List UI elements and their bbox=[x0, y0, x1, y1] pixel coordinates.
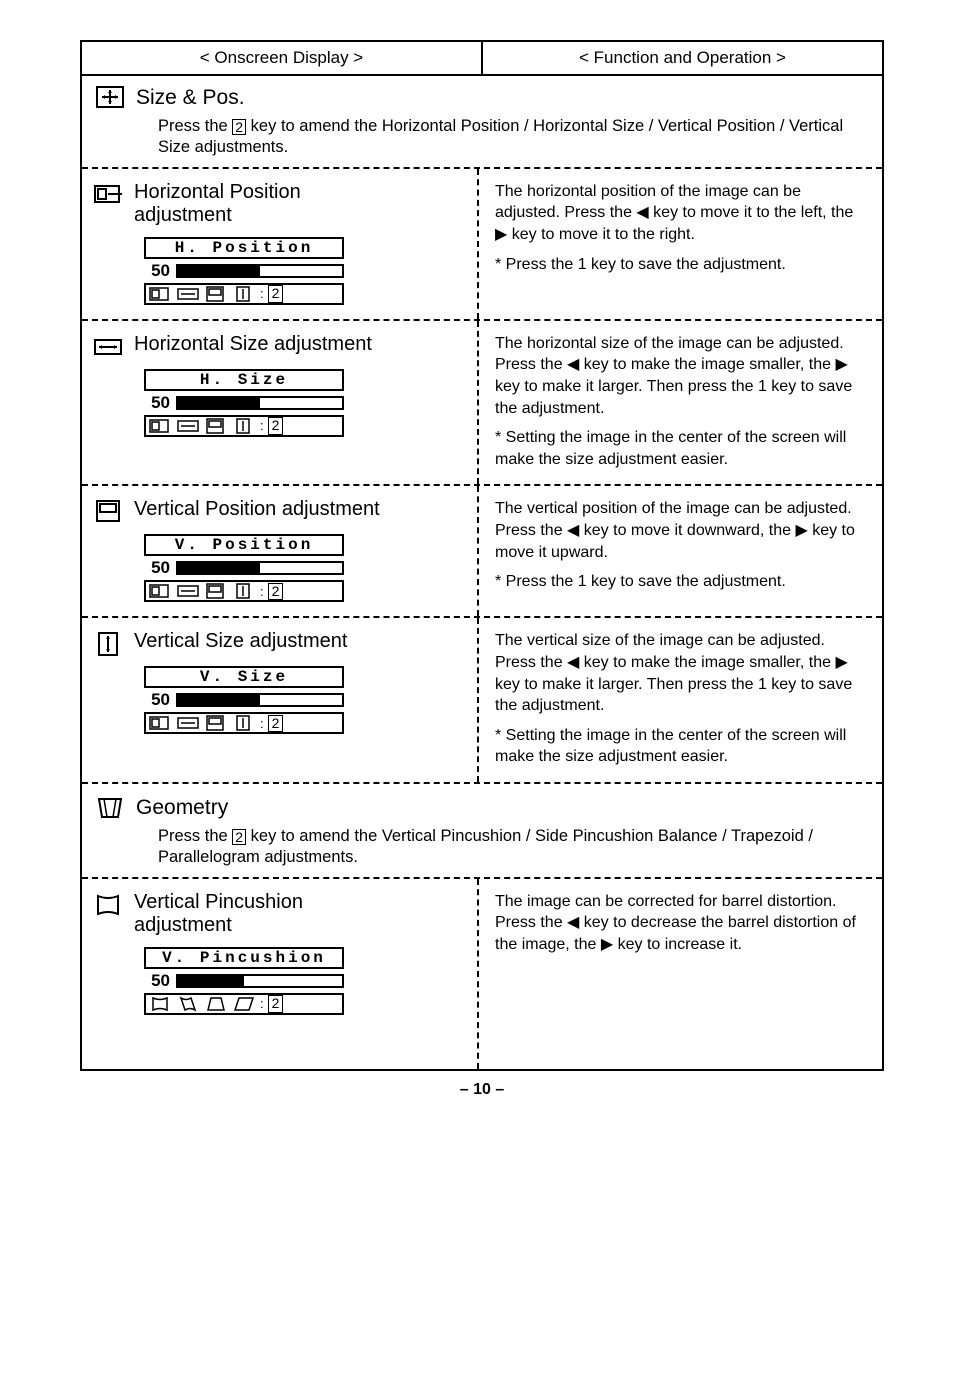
key-2-icon: 2 bbox=[232, 119, 246, 135]
item-title: Horizontal Position adjustment bbox=[134, 181, 394, 227]
note-text: * Setting the image in the center of the… bbox=[495, 427, 866, 470]
osd-footer: :2 bbox=[144, 283, 344, 305]
key-2-icon: 2 bbox=[268, 995, 284, 1012]
mini-hsize-icon bbox=[176, 583, 200, 599]
mini-vsize-icon bbox=[232, 418, 256, 434]
vpin-icon bbox=[94, 893, 124, 917]
note-text: * Press the 1 key to save the adjustment… bbox=[495, 571, 866, 593]
key-2-icon: 2 bbox=[268, 285, 284, 302]
desc-text: The vertical size of the image can be ad… bbox=[495, 630, 866, 716]
page-number: – 10 – bbox=[80, 1081, 884, 1099]
header-right: < Function and Operation > bbox=[483, 42, 882, 74]
osd-slider[interactable] bbox=[176, 396, 344, 410]
mini-hpos-icon bbox=[148, 286, 172, 302]
hpos-icon bbox=[94, 183, 124, 207]
note-text: * Setting the image in the center of the… bbox=[495, 725, 866, 768]
mini-hpos-icon bbox=[148, 715, 172, 731]
item-title: Horizontal Size adjustment bbox=[134, 333, 372, 356]
osd-hsize: H. Size 50 :2 bbox=[144, 369, 344, 437]
mini-hsize-icon bbox=[176, 715, 200, 731]
section-sizepos-header: Size & Pos. Press the 2 key to amend the… bbox=[82, 76, 882, 169]
desc-text: The horizontal size of the image can be … bbox=[495, 333, 866, 419]
section-title-text: Size & Pos. bbox=[136, 86, 245, 110]
key-2-icon: 2 bbox=[268, 417, 284, 434]
desc-text: The horizontal position of the image can… bbox=[495, 181, 866, 246]
row-hsize: Horizontal Size adjustment H. Size 50 :2… bbox=[82, 321, 882, 487]
osd-footer: :2 bbox=[144, 712, 344, 734]
osd-vpin: V. Pincushion 50 :2 bbox=[144, 947, 344, 1015]
osd-slider[interactable] bbox=[176, 561, 344, 575]
colon: : bbox=[260, 286, 264, 301]
mini-pincushion-icon bbox=[148, 996, 172, 1012]
osd-vpos: V. Position 50 :2 bbox=[144, 534, 344, 602]
osd-footer: :2 bbox=[144, 415, 344, 437]
note-text: * Press the 1 key to save the adjustment… bbox=[495, 254, 866, 276]
row-vpos: Vertical Position adjustment V. Position… bbox=[82, 486, 882, 618]
key-2-icon: 2 bbox=[268, 583, 284, 600]
item-title: Vertical Pincushion adjustment bbox=[134, 891, 394, 937]
mini-vsize-icon bbox=[232, 286, 256, 302]
row-vpin: Vertical Pincushion adjustment V. Pincus… bbox=[82, 879, 882, 1069]
vpos-icon bbox=[94, 500, 124, 524]
mini-vpos-icon bbox=[204, 418, 228, 434]
section-title-text: Geometry bbox=[136, 796, 228, 820]
mini-hsize-icon bbox=[176, 418, 200, 434]
mini-parallelogram-icon bbox=[232, 996, 256, 1012]
osd-vsize: V. Size 50 :2 bbox=[144, 666, 344, 734]
mini-balance-icon bbox=[176, 996, 200, 1012]
osd-footer: :2 bbox=[144, 580, 344, 602]
desc-text: The image can be corrected for barrel di… bbox=[495, 891, 866, 956]
osd-label: V. Position bbox=[144, 534, 344, 556]
item-title: Vertical Position adjustment bbox=[134, 498, 380, 521]
osd-value: 50 bbox=[144, 261, 170, 281]
mini-vpos-icon bbox=[204, 583, 228, 599]
section-desc: Press the 2 key to amend the Horizontal … bbox=[158, 116, 868, 159]
osd-label: H. Size bbox=[144, 369, 344, 391]
osd-hpos: H. Position 50 :2 bbox=[144, 237, 344, 305]
mini-vpos-icon bbox=[204, 715, 228, 731]
geometry-icon bbox=[96, 796, 126, 820]
osd-label: V. Size bbox=[144, 666, 344, 688]
osd-slider[interactable] bbox=[176, 693, 344, 707]
osd-value: 50 bbox=[144, 971, 170, 991]
vsize-icon bbox=[94, 632, 124, 656]
mini-hpos-icon bbox=[148, 583, 172, 599]
row-vsize: Vertical Size adjustment V. Size 50 :2 T… bbox=[82, 618, 882, 784]
mini-trapezoid-icon bbox=[204, 996, 228, 1012]
page-frame: < Onscreen Display > < Function and Oper… bbox=[80, 40, 884, 1071]
key-2-icon: 2 bbox=[268, 715, 284, 732]
osd-label: V. Pincushion bbox=[144, 947, 344, 969]
item-title: Vertical Size adjustment bbox=[134, 630, 347, 653]
section-geometry-header: Geometry Press the 2 key to amend the Ve… bbox=[82, 784, 882, 879]
osd-footer: :2 bbox=[144, 993, 344, 1015]
mini-hpos-icon bbox=[148, 418, 172, 434]
osd-slider[interactable] bbox=[176, 974, 344, 988]
mini-vpos-icon bbox=[204, 286, 228, 302]
mini-hsize-icon bbox=[176, 286, 200, 302]
desc-text: The vertical position of the image can b… bbox=[495, 498, 866, 563]
header-left: < Onscreen Display > bbox=[82, 42, 483, 74]
mini-vsize-icon bbox=[232, 583, 256, 599]
osd-value: 50 bbox=[144, 393, 170, 413]
osd-value: 50 bbox=[144, 558, 170, 578]
osd-value: 50 bbox=[144, 690, 170, 710]
osd-slider[interactable] bbox=[176, 264, 344, 278]
section-desc: Press the 2 key to amend the Vertical Pi… bbox=[158, 826, 868, 869]
key-2-icon: 2 bbox=[232, 829, 246, 845]
osd-label: H. Position bbox=[144, 237, 344, 259]
hsize-icon bbox=[94, 335, 124, 359]
size-pos-icon bbox=[96, 86, 126, 110]
table-header: < Onscreen Display > < Function and Oper… bbox=[82, 42, 882, 76]
row-hpos: Horizontal Position adjustment H. Positi… bbox=[82, 169, 882, 321]
mini-vsize-icon bbox=[232, 715, 256, 731]
